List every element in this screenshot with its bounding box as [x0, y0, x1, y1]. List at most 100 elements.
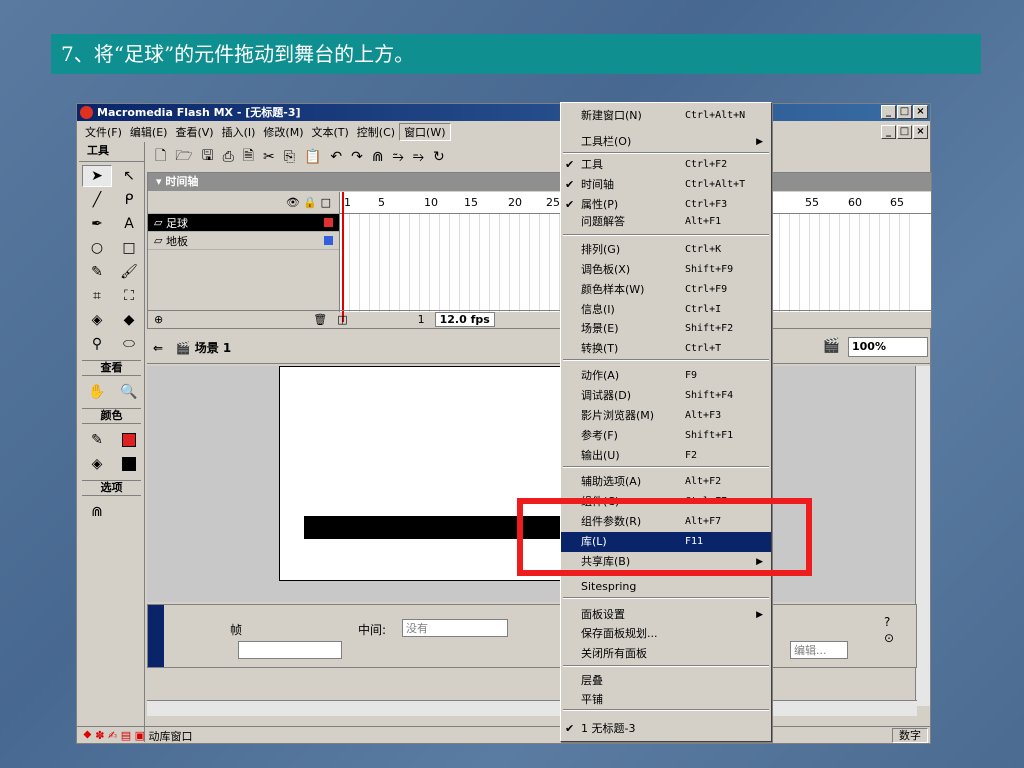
magnet-option-icon[interactable]: ⋒ — [82, 501, 112, 523]
close-button[interactable]: × — [913, 105, 928, 119]
minimize-button[interactable]: _ — [881, 105, 896, 119]
menu-item[interactable]: 辅助选项(A) Alt+F2 — [561, 472, 771, 492]
menu-item[interactable]: 信息(I) Ctrl+I — [561, 300, 771, 320]
fill-color-icon[interactable]: ◈ — [82, 453, 112, 475]
menu-item[interactable]: 颜色样本(W) Ctrl+F9 — [561, 280, 771, 300]
menu-modify[interactable]: 修改(M) — [259, 124, 307, 140]
menu-item[interactable]: 平铺 — [561, 690, 771, 710]
fill-transform-tool-icon[interactable]: ⛶ — [114, 285, 144, 307]
add-layer-icon[interactable]: ⊕ — [154, 313, 163, 326]
brush-tool-icon[interactable]: 🖌 — [114, 261, 144, 283]
line-tool-icon[interactable]: ╱ — [82, 189, 112, 211]
menu-item[interactable]: 调试器(D) Shift+F4 — [561, 386, 771, 406]
menu-item[interactable]: 转换(T) Ctrl+T — [561, 339, 771, 359]
window-titlebar[interactable]: Macromedia Flash MX - [无标题-3] _ □ × — [77, 104, 930, 121]
smooth-icon[interactable]: ⥲ — [393, 149, 404, 165]
hand-tool-icon[interactable]: ✋ — [82, 381, 112, 403]
straighten-icon[interactable]: ⥱ — [413, 149, 424, 165]
menu-item[interactable]: 输出(U) F2 — [561, 446, 771, 466]
pen-tool-icon[interactable]: ✒ — [82, 213, 112, 235]
stroke-color-icon[interactable]: ✎ — [82, 429, 112, 451]
menu-item[interactable]: ✔ 1 无标题-3 — [561, 719, 771, 739]
horizontal-scrollbar[interactable] — [147, 700, 917, 716]
vertical-scrollbar[interactable] — [915, 366, 930, 706]
copy-icon[interactable]: ⎘ — [284, 149, 295, 165]
new-file-icon[interactable]: 🗋 — [155, 145, 166, 169]
outline-icon[interactable]: □ — [321, 196, 331, 209]
menu-item[interactable]: 动作(A) F9 — [561, 366, 771, 386]
redo-icon[interactable]: ↷ — [351, 149, 363, 165]
free-transform-tool-icon[interactable]: ⌗ — [82, 285, 112, 307]
menu-item[interactable]: ✔ 时间轴 Ctrl+Alt+T — [561, 175, 771, 195]
menu-item[interactable]: 场景(E) Shift+F2 — [561, 319, 771, 339]
trash-icon[interactable]: 🗑 — [313, 313, 327, 326]
maximize-button[interactable]: □ — [897, 105, 912, 119]
menu-item[interactable]: 调色板(X) Shift+F9 — [561, 260, 771, 280]
save-icon[interactable]: 🖫 — [202, 145, 214, 169]
menu-text[interactable]: 文本(T) — [307, 124, 352, 140]
edit-scene-icon[interactable]: 🎬 — [823, 338, 840, 354]
zoom-tool-icon[interactable]: 🔍 — [114, 381, 144, 403]
menu-item-shortcut: F2 — [685, 450, 698, 461]
menu-item[interactable]: 排列(G) Ctrl+K — [561, 240, 771, 260]
open-folder-icon[interactable]: 🗁 — [175, 145, 192, 169]
fill-color-swatch[interactable] — [114, 453, 144, 475]
menu-item[interactable]: 问题解答 Alt+F1 — [561, 212, 771, 232]
lasso-tool-icon[interactable]: ᑭ — [114, 189, 144, 211]
menu-item[interactable]: 关闭所有面板 — [561, 644, 771, 664]
eyedropper-tool-icon[interactable]: ⚲ — [82, 333, 112, 355]
rectangle-tool-icon[interactable]: □ — [114, 237, 144, 259]
doc-close-button[interactable]: × — [913, 125, 928, 139]
text-tool-icon[interactable]: A — [114, 213, 144, 235]
timeline-header[interactable]: ▾ 时间轴 — [148, 173, 931, 191]
menu-file[interactable]: 文件(F) — [81, 124, 126, 140]
oval-tool-icon[interactable]: ○ — [82, 237, 112, 259]
menu-item[interactable]: 影片浏览器(M) Alt+F3 — [561, 406, 771, 426]
eye-icon[interactable]: 👁 — [286, 196, 300, 209]
menu-item[interactable]: 层叠 — [561, 671, 771, 691]
print-preview-icon[interactable]: 🗎 — [243, 145, 254, 169]
menu-item[interactable]: ✔ 工具 Ctrl+F2 — [561, 155, 771, 175]
menu-item[interactable]: 参考(F) Shift+F1 — [561, 426, 771, 446]
subselect-tool-icon[interactable]: ↖ — [114, 165, 144, 187]
menu-item[interactable]: 新建窗口(N) Ctrl+Alt+N — [561, 106, 771, 126]
menu-view[interactable]: 查看(V) — [171, 124, 217, 140]
layer-icon: ▱ — [154, 216, 163, 229]
onion-skin-icon[interactable]: ◫ — [337, 313, 347, 326]
menu-separator — [563, 234, 769, 236]
stroke-color-swatch[interactable] — [114, 429, 144, 451]
menu-item-shortcut: Shift+F2 — [685, 323, 734, 334]
layer-row[interactable]: ▱ 足球 — [148, 214, 339, 232]
playhead[interactable] — [342, 192, 344, 322]
expand-icon[interactable]: ⊙ — [884, 631, 894, 645]
menu-insert[interactable]: 插入(I) — [218, 124, 260, 140]
ink-bottle-tool-icon[interactable]: ◈ — [82, 309, 112, 331]
doc-restore-button[interactable]: □ — [897, 125, 912, 139]
tween-select[interactable]: 没有 — [402, 619, 508, 637]
pencil-tool-icon[interactable]: ✎ — [82, 261, 112, 283]
menu-control[interactable]: 控制(C) — [353, 124, 399, 140]
frame-name-input[interactable] — [238, 641, 342, 659]
menu-window[interactable]: 窗口(W) — [399, 123, 451, 141]
edit-button[interactable]: 编辑... — [790, 641, 848, 659]
doc-minimize-button[interactable]: _ — [881, 125, 896, 139]
menu-item[interactable]: 工具栏(O) ▶ — [561, 132, 771, 152]
paste-icon[interactable]: 📋 — [304, 149, 321, 165]
print-icon[interactable]: ⎙ — [223, 149, 234, 165]
cut-icon[interactable]: ✂ — [263, 149, 275, 165]
undo-icon[interactable]: ↶ — [330, 149, 342, 165]
menu-item[interactable]: 面板设置 ▶ — [561, 605, 771, 625]
rotate-icon[interactable]: ↻ — [433, 149, 445, 165]
layer-row[interactable]: ▱ 地板 — [148, 232, 339, 250]
back-arrow-icon[interactable]: ⇐ — [153, 341, 163, 355]
arrow-tool-icon[interactable]: ➤ — [82, 165, 112, 187]
zoom-select[interactable]: 100% — [848, 337, 928, 357]
snap-magnet-icon[interactable]: ⋒ — [372, 149, 384, 165]
menu-edit[interactable]: 编辑(E) — [126, 124, 172, 140]
menu-item[interactable]: Sitespring — [561, 577, 771, 597]
lock-icon[interactable]: 🔒 — [303, 196, 317, 209]
eraser-tool-icon[interactable]: ⬭ — [114, 333, 144, 355]
paint-bucket-tool-icon[interactable]: ◆ — [114, 309, 144, 331]
help-icon[interactable]: ? — [884, 615, 890, 629]
menu-item[interactable]: 保存面板规划... — [561, 624, 771, 644]
